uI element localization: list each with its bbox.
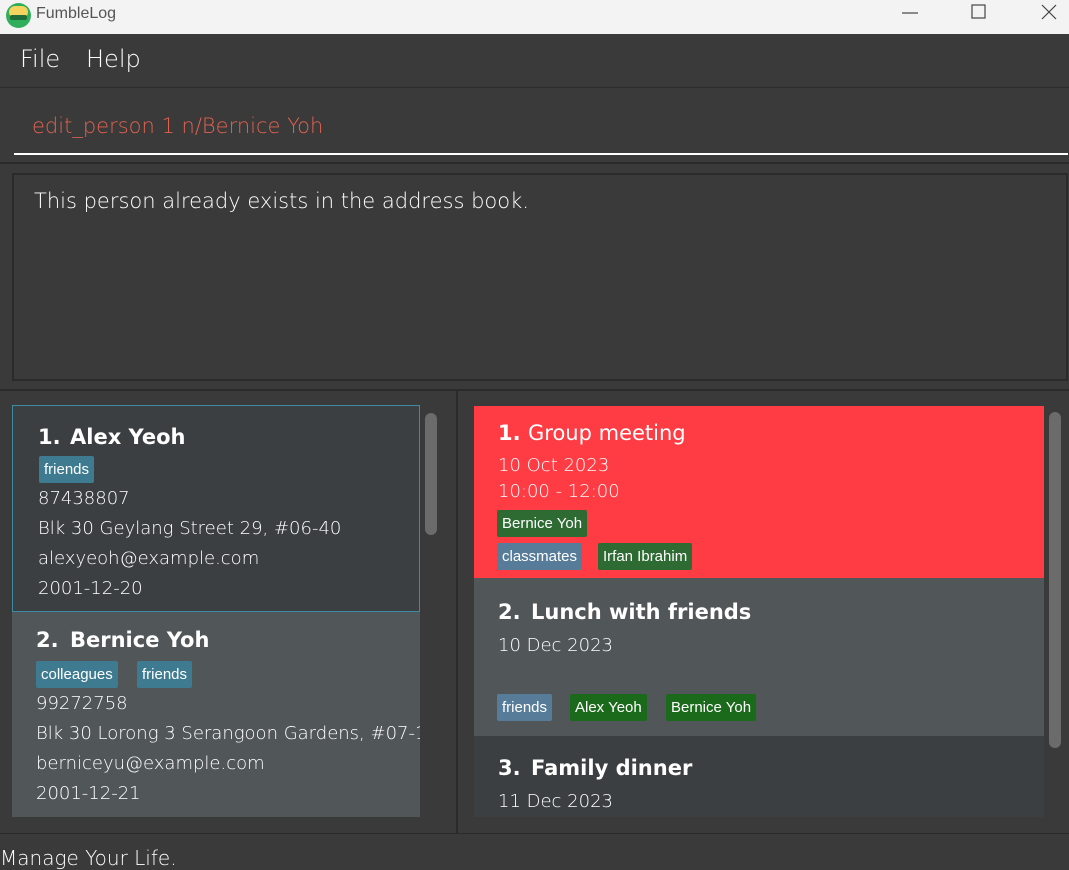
person-email: alexyeoh@example.com: [38, 548, 260, 569]
command-box: [0, 89, 1069, 164]
result-message: This person already exists in the addres…: [34, 189, 529, 213]
status-text: Manage Your Life.: [0, 846, 177, 870]
event-date: 10 Dec 2023: [498, 635, 613, 656]
person-address: Blk 30 Geylang Street 29, #06-40: [38, 518, 342, 539]
event-card[interactable]: 3. Family dinner 11 Dec 2023: [474, 736, 1044, 817]
person-tag: friends: [137, 661, 193, 688]
title-bar: FumbleLog: [0, 0, 1069, 34]
event-card[interactable]: 2. Lunch with friends 10 Dec 2023 friend…: [474, 578, 1044, 736]
maximize-icon: [971, 4, 986, 19]
event-group-tag: friends: [497, 694, 553, 721]
event-list-scroll-thumb[interactable]: [1049, 412, 1061, 748]
minimize-icon: [902, 12, 918, 14]
event-name: Lunch with friends: [531, 600, 752, 624]
person-list-scrollbar[interactable]: [423, 405, 439, 817]
event-group-tag: classmates: [497, 543, 583, 570]
event-person-tag: Irfan Ibrahim: [598, 543, 693, 570]
event-index: 1.: [498, 421, 521, 445]
event-person-tag: Alex Yeoh: [570, 694, 647, 721]
person-card[interactable]: 2. Bernice Yoh colleagues friends 992727…: [12, 612, 420, 817]
person-birthday: 2001-12-20: [38, 578, 143, 599]
event-name: Family dinner: [531, 756, 693, 780]
person-phone: 99272758: [36, 693, 128, 714]
event-date: 11 Dec 2023: [498, 791, 613, 812]
person-name: Alex Yeoh: [70, 425, 186, 449]
event-person-tag: Bernice Yoh: [497, 510, 588, 537]
minimize-button[interactable]: [887, 0, 933, 34]
person-index: 1.: [38, 425, 61, 449]
close-icon: [1041, 4, 1057, 20]
app-logo-icon: [6, 3, 31, 28]
person-phone: 87438807: [38, 488, 130, 509]
menu-file[interactable]: File: [20, 45, 60, 73]
status-bar: Manage Your Life.: [0, 833, 1069, 870]
event-name: Group meeting: [528, 421, 686, 445]
person-card[interactable]: 1. Alex Yeoh friends 87438807 Blk 30 Gey…: [12, 405, 420, 612]
person-address: Blk 30 Lorong 3 Serangoon Gardens, #07-1…: [36, 723, 420, 744]
event-time: 10:00 - 12:00: [498, 481, 620, 502]
person-birthday: 2001-12-21: [36, 783, 141, 804]
person-tag: colleagues: [36, 661, 118, 688]
command-input[interactable]: [14, 99, 1068, 155]
event-index: 2.: [498, 600, 521, 624]
person-list-scroll-thumb[interactable]: [425, 413, 437, 535]
result-display: This person already exists in the addres…: [12, 173, 1068, 381]
event-index: 3.: [498, 756, 521, 780]
menu-help[interactable]: Help: [86, 45, 141, 73]
panel-divider[interactable]: [456, 389, 458, 833]
event-list-scrollbar[interactable]: [1047, 406, 1063, 817]
person-list: 1. Alex Yeoh friends 87438807 Blk 30 Gey…: [12, 405, 420, 817]
event-person-tag: Bernice Yoh: [666, 694, 757, 721]
window-title: FumbleLog: [36, 5, 117, 22]
close-button[interactable]: [1026, 0, 1069, 34]
event-list: 1. Group meeting 10 Oct 2023 10:00 - 12:…: [474, 406, 1044, 817]
person-email: berniceyu@example.com: [36, 753, 265, 774]
person-index: 2.: [36, 628, 59, 652]
menu-bar: File Help: [0, 34, 1069, 88]
event-card[interactable]: 1. Group meeting 10 Oct 2023 10:00 - 12:…: [474, 406, 1044, 578]
person-tag: friends: [39, 456, 95, 483]
person-name: Bernice Yoh: [70, 628, 210, 652]
event-date: 10 Oct 2023: [498, 455, 610, 476]
maximize-button[interactable]: [956, 0, 1002, 34]
